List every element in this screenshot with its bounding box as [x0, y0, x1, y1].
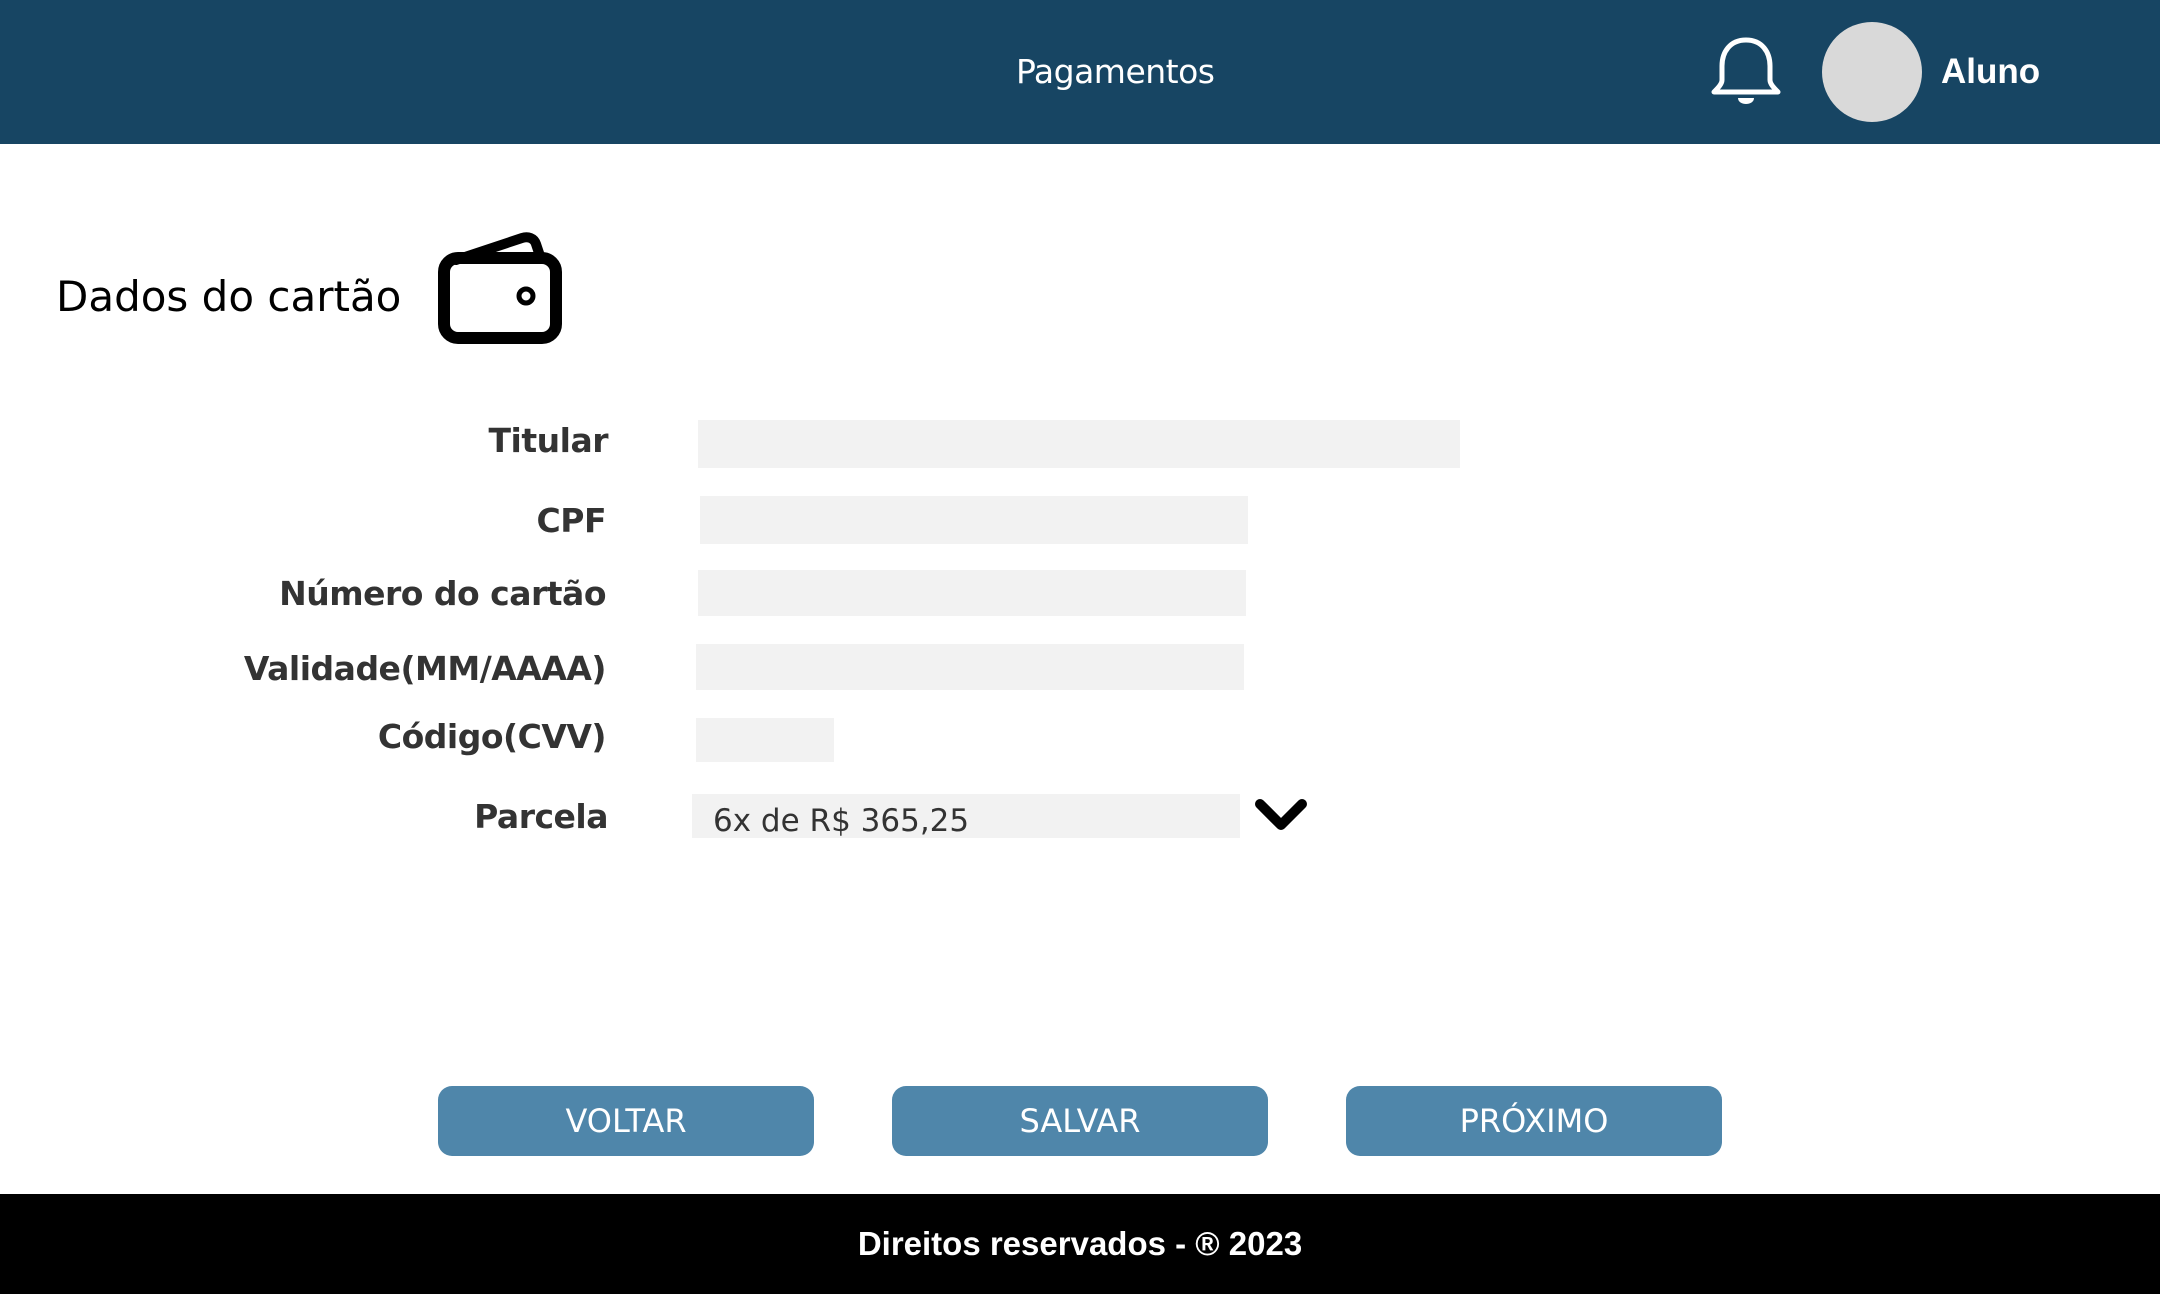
installment-label: Parcela: [474, 797, 608, 836]
back-button[interactable]: VOLTAR: [438, 1086, 814, 1156]
titular-input[interactable]: [698, 420, 1460, 468]
page-title: Pagamentos: [1016, 52, 1215, 91]
footer-copyright: Direitos reservados - ® 2023: [857, 1225, 1303, 1262]
cvv-input[interactable]: [696, 718, 834, 762]
expiry-input[interactable]: [696, 644, 1244, 690]
installment-selected-value: 6x de R$ 365,25: [713, 803, 970, 839]
section-title: Dados do cartão: [56, 272, 402, 321]
cpf-label: CPF: [536, 501, 607, 540]
card-number-label: Número do cartão: [279, 574, 606, 613]
card-number-input[interactable]: [698, 570, 1246, 616]
page: Pagamentos Aluno Dados do cartão Titular…: [0, 0, 2160, 1294]
next-button[interactable]: PRÓXIMO: [1346, 1086, 1722, 1156]
wallet-icon: [438, 232, 562, 344]
avatar[interactable]: [1822, 22, 1922, 122]
cvv-label: Código(CVV): [377, 717, 607, 756]
chevron-down-icon[interactable]: [1252, 796, 1310, 836]
user-name[interactable]: Aluno: [1941, 52, 2040, 92]
footer: Direitos reservados - ® 2023: [0, 1194, 2160, 1294]
save-button[interactable]: SALVAR: [892, 1086, 1268, 1156]
titular-label: Titular: [488, 421, 609, 460]
bell-icon[interactable]: [1708, 36, 1784, 108]
cpf-input[interactable]: [700, 496, 1248, 544]
expiry-label: Validade(MM/AAAA): [243, 649, 607, 688]
top-header: Pagamentos Aluno: [0, 0, 2160, 144]
